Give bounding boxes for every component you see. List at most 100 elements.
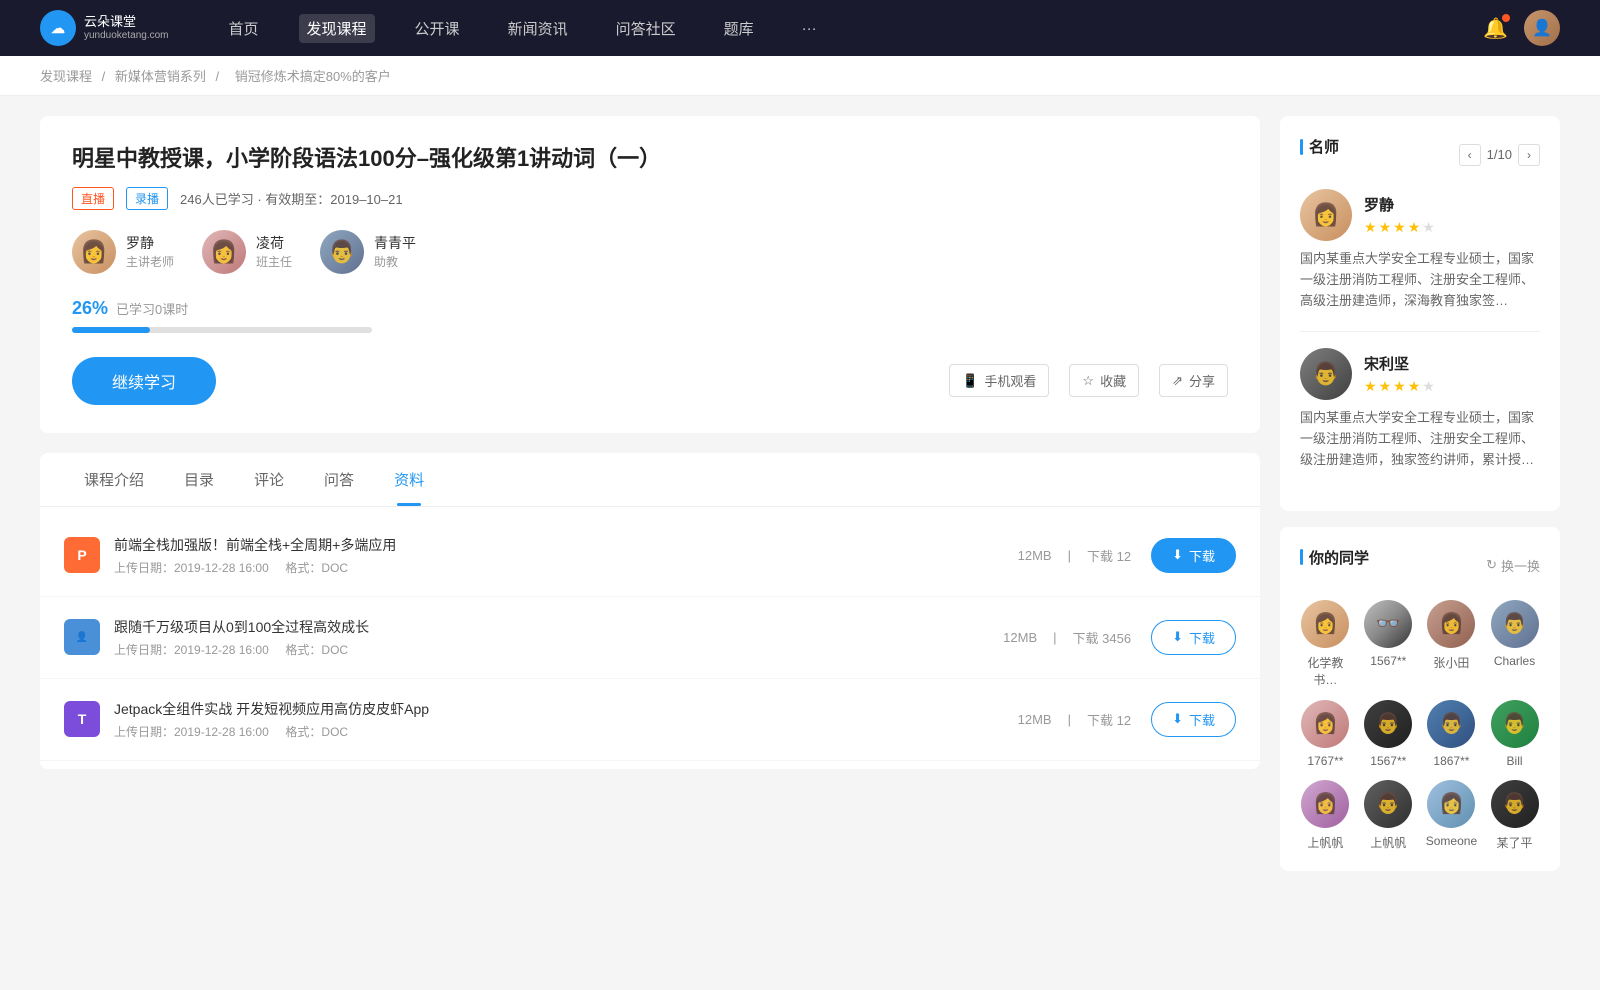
teacher-header-0: 👩 罗静 ★ ★ ★ ★ ★ xyxy=(1300,189,1540,241)
classmate-name-7: Bill xyxy=(1507,754,1523,768)
teacher-stars-1: ★ ★ ★ ★ ★ xyxy=(1364,378,1435,395)
classmate-avatar-5[interactable]: 👨 xyxy=(1364,700,1412,748)
instructor-info-1: 凌荷 班主任 xyxy=(256,233,292,270)
teacher-divider xyxy=(1300,331,1540,332)
user-avatar-nav[interactable]: 👤 xyxy=(1524,10,1560,46)
nav-news[interactable]: 新闻资讯 xyxy=(500,14,576,43)
main-container: 明星中教授课，小学阶段语法100分–强化级第1讲动词（一） 直播 录播 246人… xyxy=(0,96,1600,907)
continue-button[interactable]: 继续学习 xyxy=(72,357,216,405)
tag-live: 直播 xyxy=(72,187,114,210)
teacher-name-0: 罗静 xyxy=(1364,194,1435,215)
nav-open[interactable]: 公开课 xyxy=(407,14,468,43)
tab-comments[interactable]: 评论 xyxy=(234,453,304,506)
classmates-card: 你的同学 ↻ 换一换 👩 化学教书… 👓 1 xyxy=(1280,527,1560,871)
instructor-name-1: 凌荷 xyxy=(256,233,292,253)
teachers-card: 名师 ‹ 1/10 › 👩 罗静 ★ xyxy=(1280,116,1560,511)
action-row: 继续学习 📱 手机观看 ☆ 收藏 ⇗ 分享 xyxy=(72,357,1228,405)
breadcrumb-current: 销冠修炼术搞定80%的客户 xyxy=(235,69,391,84)
classmate-name-11: 某了平 xyxy=(1497,834,1533,851)
mobile-watch-button[interactable]: 📱 手机观看 xyxy=(949,364,1049,397)
teachers-card-header: 名师 ‹ 1/10 › xyxy=(1300,136,1540,173)
teachers-prev-btn[interactable]: ‹ xyxy=(1459,144,1481,166)
content-area: 明星中教授课，小学阶段语法100分–强化级第1讲动词（一） 直播 录播 246人… xyxy=(40,116,1260,887)
course-title: 明星中教授课，小学阶段语法100分–强化级第1讲动词（一） xyxy=(72,144,1228,175)
logo-icon: ☁ xyxy=(40,10,76,46)
download-button-0[interactable]: ⬇ 下载 xyxy=(1151,538,1236,573)
teacher-desc-0: 国内某重点大学安全工程专业硕士，国家一级注册消防工程师、注册安全工程师、高级注册… xyxy=(1300,249,1540,311)
classmate-avatar-8[interactable]: 👩 xyxy=(1301,780,1349,828)
file-info-2: Jetpack全组件实战 开发短视频应用高仿皮皮虾App 上传日期：2019-1… xyxy=(114,699,1018,740)
share-button[interactable]: ⇗ 分享 xyxy=(1159,364,1228,397)
download-icon-2: ⬇ xyxy=(1172,711,1183,727)
course-meta: 直播 录播 246人已学习 · 有效期至：2019–10–21 xyxy=(72,187,1228,210)
file-item-1: 👤 跟随千万级项目从0到100全过程高效成长 上传日期：2019-12-28 1… xyxy=(40,597,1260,679)
teacher-desc-1: 国内某重点大学安全工程专业硕士，国家一级注册消防工程师、注册安全工程师、级注册建… xyxy=(1300,408,1540,470)
classmates-title: 你的同学 xyxy=(1300,547,1369,568)
tabs-card: 课程介绍 目录 评论 问答 资料 P 前端全栈加强版！前端全栈+全周期+多端应用… xyxy=(40,453,1260,769)
share-icon: ⇗ xyxy=(1172,373,1183,389)
logo-text: 云朵课堂 yunduoketang.com xyxy=(84,14,169,42)
classmate-name-8: 上帆帆 xyxy=(1307,834,1343,851)
download-icon-0: ⬇ xyxy=(1172,547,1183,563)
nav-discover[interactable]: 发现课程 xyxy=(299,14,375,43)
classmate-name-3: Charles xyxy=(1494,654,1535,668)
instructor-name-0: 罗静 xyxy=(126,233,174,253)
tab-intro[interactable]: 课程介绍 xyxy=(64,453,164,506)
teacher-avatar-0[interactable]: 👩 xyxy=(1300,189,1352,241)
file-name-1: 跟随千万级项目从0到100全过程高效成长 xyxy=(114,617,1003,637)
refresh-classmates-btn[interactable]: ↻ 换一换 xyxy=(1486,556,1540,575)
classmate-avatar-11[interactable]: 👨 xyxy=(1491,780,1539,828)
instructor-avatar-0[interactable]: 👩 xyxy=(72,230,116,274)
file-name-0: 前端全栈加强版！前端全栈+全周期+多端应用 xyxy=(114,535,1018,555)
tab-qa[interactable]: 问答 xyxy=(304,453,374,506)
download-button-1[interactable]: ⬇ 下载 xyxy=(1151,620,1236,655)
classmate-avatar-9[interactable]: 👨 xyxy=(1364,780,1412,828)
progress-label: 26% 已学习0课时 xyxy=(72,298,1228,319)
progress-bar-fill xyxy=(72,327,150,333)
notification-bell[interactable]: 🔔 xyxy=(1483,16,1508,41)
teacher-avatar-1[interactable]: 👨 xyxy=(1300,348,1352,400)
file-stats-2: 12MB | 下载 12 xyxy=(1018,710,1131,729)
classmate-avatar-0[interactable]: 👩 xyxy=(1301,600,1349,648)
classmate-name-6: 1867** xyxy=(1433,754,1469,768)
progress-percent: 26% xyxy=(72,298,108,319)
file-meta-0: 上传日期：2019-12-28 16:00 格式：DOC xyxy=(114,559,1018,576)
file-meta-1: 上传日期：2019-12-28 16:00 格式：DOC xyxy=(114,641,1003,658)
instructor-avatar-2[interactable]: 👨 xyxy=(320,230,364,274)
teacher-info-1: 宋利坚 ★ ★ ★ ★ ★ xyxy=(1364,353,1435,395)
logo[interactable]: ☁ 云朵课堂 yunduoketang.com xyxy=(40,10,169,46)
classmate-avatar-3[interactable]: 👨 xyxy=(1491,600,1539,648)
instructor-role-2: 助教 xyxy=(374,253,416,270)
classmate-10: 👩 Someone xyxy=(1426,780,1477,851)
classmates-header: 你的同学 ↻ 换一换 xyxy=(1300,547,1540,584)
teachers-next-btn[interactable]: › xyxy=(1518,144,1540,166)
instructor-0: 👩 罗静 主讲老师 xyxy=(72,230,174,274)
classmate-name-2: 张小田 xyxy=(1433,654,1469,671)
classmate-avatar-10[interactable]: 👩 xyxy=(1427,780,1475,828)
nav-more[interactable]: ··· xyxy=(794,16,825,41)
classmate-avatar-4[interactable]: 👩 xyxy=(1301,700,1349,748)
tab-materials[interactable]: 资料 xyxy=(374,453,444,506)
teacher-header-1: 👨 宋利坚 ★ ★ ★ ★ ★ xyxy=(1300,348,1540,400)
teachers-title: 名师 xyxy=(1300,136,1339,157)
classmate-avatar-7[interactable]: 👨 xyxy=(1491,700,1539,748)
classmate-avatar-1[interactable]: 👓 xyxy=(1364,600,1412,648)
breadcrumb: 发现课程 / 新媒体营销系列 / 销冠修炼术搞定80%的客户 xyxy=(0,56,1600,96)
classmate-8: 👩 上帆帆 xyxy=(1300,780,1351,851)
breadcrumb-discover[interactable]: 发现课程 xyxy=(40,69,92,84)
progress-section: 26% 已学习0课时 xyxy=(72,298,1228,333)
nav-qa[interactable]: 问答社区 xyxy=(608,14,684,43)
breadcrumb-series[interactable]: 新媒体营销系列 xyxy=(115,69,206,84)
classmate-avatar-6[interactable]: 👨 xyxy=(1427,700,1475,748)
download-button-2[interactable]: ⬇ 下载 xyxy=(1151,702,1236,737)
nav-quiz[interactable]: 题库 xyxy=(716,14,762,43)
file-info-1: 跟随千万级项目从0到100全过程高效成长 上传日期：2019-12-28 16:… xyxy=(114,617,1003,658)
file-meta-2: 上传日期：2019-12-28 16:00 格式：DOC xyxy=(114,723,1018,740)
nav-home[interactable]: 首页 xyxy=(221,14,267,43)
tab-catalog[interactable]: 目录 xyxy=(164,453,234,506)
file-stats-0: 12MB | 下载 12 xyxy=(1018,546,1131,565)
collect-button[interactable]: ☆ 收藏 xyxy=(1069,364,1139,397)
instructor-avatar-1[interactable]: 👩 xyxy=(202,230,246,274)
classmate-avatar-2[interactable]: 👩 xyxy=(1427,600,1475,648)
progress-sub: 已学习0课时 xyxy=(116,299,188,318)
